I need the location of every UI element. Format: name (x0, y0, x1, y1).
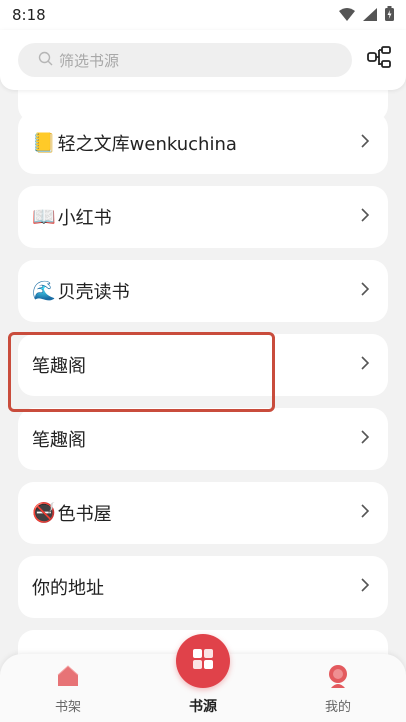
book-source-icon (190, 646, 216, 676)
chevron-right-icon (360, 207, 370, 227)
list-item[interactable]: 🚭 色书屋 (18, 482, 388, 544)
open-book-icon: 📖 (32, 205, 56, 228)
source-label: 笔趣阁 (32, 356, 86, 377)
status-icons (339, 5, 394, 25)
source-label: 轻之文库wenkuchina (57, 134, 237, 155)
chevron-right-icon (360, 281, 370, 301)
source-list: 📒 轻之文库wenkuchina 📖 小红书 🌊 贝壳读书 笔趣阁 笔趣阁 🚭 … (0, 90, 406, 660)
battery-icon (385, 5, 394, 25)
list-item[interactable]: 📒 轻之文库wenkuchina (18, 112, 388, 174)
chevron-right-icon (360, 133, 370, 153)
status-bar: 8:18 (0, 0, 406, 30)
source-label: 笔趣阁 (32, 430, 86, 451)
search-placeholder: 筛选书源 (59, 51, 120, 70)
tab-bookshelf[interactable]: 书架 (8, 654, 128, 722)
sources-fab[interactable] (176, 634, 230, 688)
source-manage-button[interactable] (366, 46, 392, 74)
chevron-right-icon (360, 429, 370, 449)
source-label: 你的地址 (32, 578, 104, 599)
list-item[interactable]: 笔趣阁 (18, 408, 388, 470)
top-bar: 筛选书源 (0, 30, 406, 90)
chevron-right-icon (360, 355, 370, 375)
tree-icon (367, 46, 391, 74)
user-icon (326, 664, 350, 694)
signal-icon (363, 6, 377, 25)
list-item[interactable]: 你的地址 (18, 556, 388, 618)
notebook-icon: 📒 (32, 131, 56, 154)
tab-sources-label: 书源 (189, 699, 217, 715)
tab-mine-label: 我的 (324, 700, 351, 715)
chevron-right-icon (360, 577, 370, 597)
bookshelf-icon (56, 664, 80, 692)
wifi-icon (339, 6, 355, 25)
source-label: 色书屋 (57, 504, 112, 525)
wave-icon: 🌊 (32, 279, 56, 302)
search-icon (38, 51, 53, 70)
source-label: 贝壳读书 (57, 282, 130, 303)
chevron-right-icon (360, 503, 370, 523)
status-time: 8:18 (12, 6, 46, 24)
search-input[interactable]: 筛选书源 (18, 43, 352, 77)
no-smoking-icon: 🚭 (32, 501, 56, 524)
list-item[interactable]: 📖 小红书 (18, 186, 388, 248)
tab-bookshelf-label: 书架 (54, 700, 81, 715)
source-label: 小红书 (57, 208, 112, 229)
list-item[interactable]: 🌊 贝壳读书 (18, 260, 388, 322)
list-item[interactable]: 笔趣阁 (18, 334, 388, 396)
tab-mine[interactable]: 我的 (278, 654, 398, 722)
